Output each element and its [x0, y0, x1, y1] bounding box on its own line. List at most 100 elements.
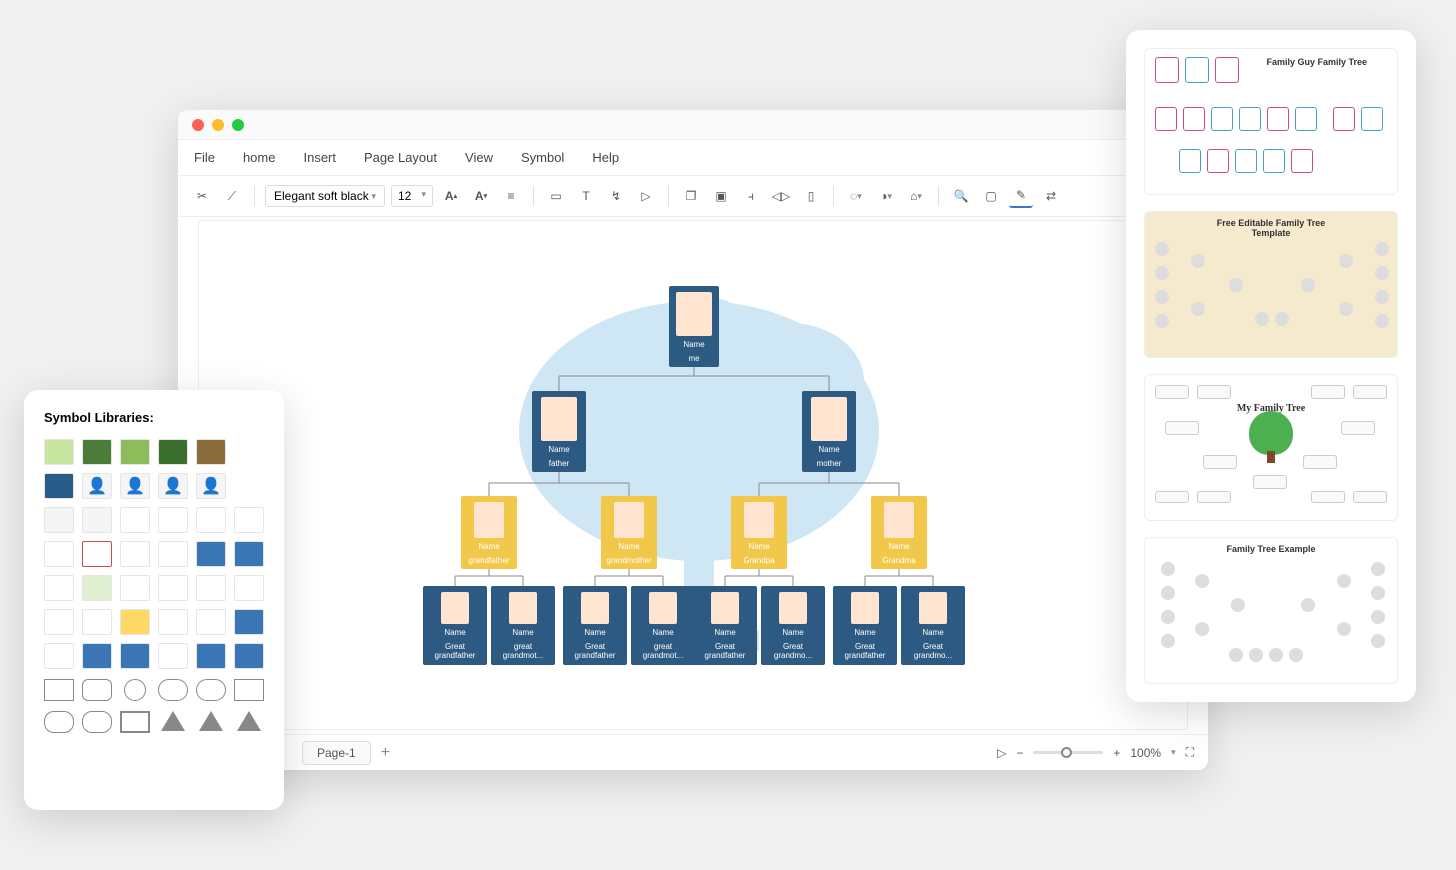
add-page-button[interactable]: +	[381, 744, 390, 762]
font-select[interactable]: Elegant soft black ▾	[265, 185, 385, 207]
node-grandmother-1[interactable]: Name grandmother	[601, 496, 657, 569]
pointer-icon[interactable]: ▷	[634, 184, 658, 208]
symbol-card-29[interactable]	[196, 643, 226, 669]
node-ggm-1[interactable]: Namegreat grandmot...	[491, 586, 555, 665]
search-icon[interactable]: 🔍	[949, 184, 973, 208]
node-mother[interactable]: Name mother	[802, 391, 856, 472]
symbol-card-25[interactable]	[44, 643, 74, 669]
align-icon[interactable]: ≡	[499, 184, 523, 208]
zoom-out-button[interactable]: −	[1016, 746, 1023, 760]
increase-font-icon[interactable]: A▴	[439, 184, 463, 208]
menu-home[interactable]: home	[243, 150, 276, 165]
decrease-font-icon[interactable]: A▾	[469, 184, 493, 208]
symbol-person-4[interactable]: 👤	[196, 473, 226, 499]
symbol-card-14[interactable]	[82, 575, 112, 601]
symbol-card-30[interactable]	[234, 643, 264, 669]
menu-insert[interactable]: Insert	[303, 150, 336, 165]
symbol-person-2[interactable]: 👤	[120, 473, 150, 499]
node-ggf-4[interactable]: NameGreat grandfather	[833, 586, 897, 665]
menu-file[interactable]: File	[194, 150, 215, 165]
symbol-card-26[interactable]	[82, 643, 112, 669]
template-editable[interactable]: Free Editable Family Tree Template	[1144, 211, 1398, 358]
symbol-tree-1[interactable]	[44, 439, 74, 465]
shape-rectangle[interactable]	[44, 679, 74, 701]
node-grandfather-1[interactable]: Name grandfather	[461, 496, 517, 569]
distribute-icon[interactable]: ▯	[799, 184, 823, 208]
zoom-slider[interactable]	[1033, 751, 1103, 754]
symbol-tree-5[interactable]	[196, 439, 226, 465]
template-family-tree-example[interactable]: Family Tree Example	[1144, 537, 1398, 684]
symbol-card-27[interactable]	[120, 643, 150, 669]
play-icon[interactable]: ▷	[997, 746, 1006, 760]
symbol-card-7[interactable]	[44, 541, 74, 567]
symbol-card-12[interactable]	[234, 541, 264, 567]
settings-icon[interactable]: ⇄	[1039, 184, 1063, 208]
align-left-icon[interactable]: ⫞	[739, 184, 763, 208]
symbol-card-28[interactable]	[158, 643, 188, 669]
symbol-card-6[interactable]	[234, 507, 264, 533]
shape-rounded-rect[interactable]	[82, 679, 112, 701]
shape-icon[interactable]: ◑▾	[874, 184, 898, 208]
zoom-in-button[interactable]: +	[1113, 746, 1120, 760]
symbol-card-19[interactable]	[44, 609, 74, 635]
zoom-value[interactable]: 100%	[1130, 746, 1161, 760]
template-family-guy[interactable]: Family Guy Family Tree	[1144, 48, 1398, 195]
text-tool-icon[interactable]: T	[574, 184, 598, 208]
minimize-icon[interactable]	[212, 119, 224, 131]
symbol-card-18[interactable]	[234, 575, 264, 601]
symbol-tree-4[interactable]	[158, 439, 188, 465]
symbol-card-20[interactable]	[82, 609, 112, 635]
symbol-person-1[interactable]: 👤	[82, 473, 112, 499]
node-ggf-1[interactable]: NameGreat grandfather	[423, 586, 487, 665]
shape-circle[interactable]	[124, 679, 146, 701]
node-ggm-2[interactable]: Namegreat grandmot...	[631, 586, 695, 665]
symbol-card-17[interactable]	[196, 575, 226, 601]
symbol-card-9[interactable]	[120, 541, 150, 567]
shape-triangle-2[interactable]	[199, 711, 223, 731]
menu-help[interactable]: Help	[592, 150, 619, 165]
shape-rect-bold[interactable]	[120, 711, 150, 733]
canvas[interactable]: Name me Name father Name mother Name gra…	[198, 220, 1188, 730]
page-tab[interactable]: Page-1	[302, 741, 371, 765]
maximize-icon[interactable]	[232, 119, 244, 131]
template-my-family-tree[interactable]: My Family Tree	[1144, 374, 1398, 521]
symbol-card-10[interactable]	[158, 541, 188, 567]
close-icon[interactable]	[192, 119, 204, 131]
node-ggm-3[interactable]: NameGreat grandmo...	[761, 586, 825, 665]
format-painter-icon[interactable]: ⟋	[220, 184, 244, 208]
symbol-card-5[interactable]	[196, 507, 226, 533]
crop-icon[interactable]: ⌂▾	[904, 184, 928, 208]
symbol-card-21[interactable]	[120, 609, 150, 635]
symbol-card-15[interactable]	[120, 575, 150, 601]
connector-icon[interactable]: ↯	[604, 184, 628, 208]
font-size-select[interactable]: 12 ▾	[391, 185, 433, 207]
symbol-card-8[interactable]	[82, 541, 112, 567]
cut-icon[interactable]: ✂	[190, 184, 214, 208]
shape-pill[interactable]	[196, 679, 226, 701]
menu-symbol[interactable]: Symbol	[521, 150, 564, 165]
rectangle-tool-icon[interactable]: ▭	[544, 184, 568, 208]
layers-icon[interactable]: ❐	[679, 184, 703, 208]
node-ggf-3[interactable]: NameGreat grandfather	[693, 586, 757, 665]
symbol-card-23[interactable]	[196, 609, 226, 635]
symbol-card-1[interactable]	[44, 507, 74, 533]
symbol-card-22[interactable]	[158, 609, 188, 635]
fill-color-icon[interactable]: ◌▾	[844, 184, 868, 208]
symbol-card-13[interactable]	[44, 575, 74, 601]
shape-round-2[interactable]	[44, 711, 74, 733]
shape-ellipse[interactable]	[158, 679, 188, 701]
symbol-card-2[interactable]	[82, 507, 112, 533]
menu-page-layout[interactable]: Page Layout	[364, 150, 437, 165]
flip-icon[interactable]: ◁▷	[769, 184, 793, 208]
menu-view[interactable]: View	[465, 150, 493, 165]
symbol-card-24[interactable]	[234, 609, 264, 635]
shape-triangle-1[interactable]	[161, 711, 185, 731]
symbol-evergreen[interactable]	[44, 473, 74, 499]
node-grandma-2[interactable]: Name Grandma	[871, 496, 927, 569]
line-color-icon[interactable]: ✎	[1009, 184, 1033, 208]
node-ggm-4[interactable]: NameGreat grandmo...	[901, 586, 965, 665]
node-me[interactable]: Name me	[669, 286, 719, 367]
symbol-card-11[interactable]	[196, 541, 226, 567]
symbol-person-3[interactable]: 👤	[158, 473, 188, 499]
shape-button[interactable]	[234, 679, 264, 701]
